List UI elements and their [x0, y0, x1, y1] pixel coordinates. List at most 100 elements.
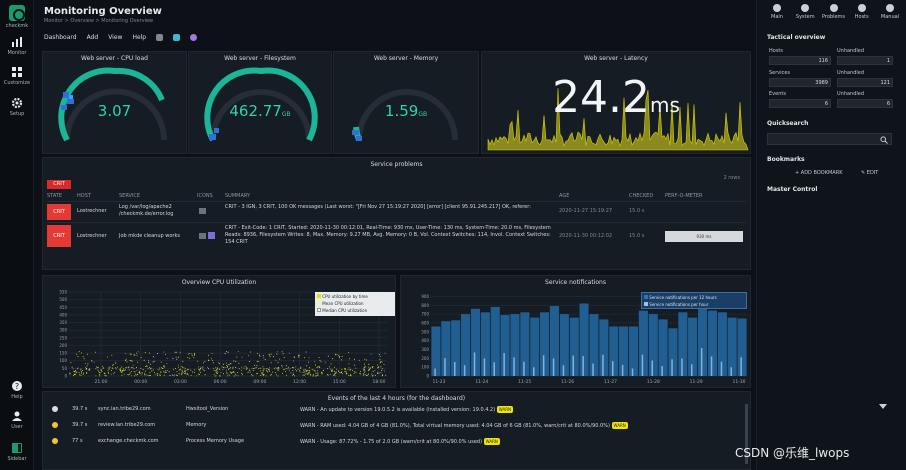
tactical-value[interactable]: 121: [837, 78, 893, 87]
scatter-point: [76, 353, 78, 355]
scatter-point: [78, 351, 80, 353]
col-summary[interactable]: SUMMARY: [225, 193, 250, 199]
scatter-point: [385, 374, 387, 376]
service-menu-icon[interactable]: [199, 208, 206, 214]
scatter-point: [129, 372, 131, 374]
tactical-value[interactable]: 116: [769, 56, 831, 65]
scatter-point: [193, 372, 195, 373]
service-menu-icon[interactable]: [199, 233, 206, 239]
quicksearch-input[interactable]: [767, 133, 892, 145]
row-service[interactable]: Job mkde cleanup works: [119, 233, 191, 240]
col-icons[interactable]: ICONS: [197, 193, 213, 199]
bookmarks-title: Bookmarks: [767, 156, 805, 163]
scatter-point: [270, 353, 272, 355]
legend-label: Median CPU utilization: [322, 308, 368, 313]
scatter-point: [254, 367, 256, 369]
menu-help[interactable]: Help: [132, 34, 146, 41]
sidebar-btn-manual[interactable]: Manual: [878, 4, 902, 20]
graph-icon[interactable]: [208, 232, 215, 239]
scatter-point: [235, 373, 237, 375]
y-tick-label: 200: [421, 356, 429, 361]
scatter-point: [138, 370, 140, 372]
col-service[interactable]: SERVICE: [119, 193, 140, 199]
event-host[interactable]: review.lan.tribe29.com: [98, 422, 155, 429]
nav-monitor[interactable]: Monitor: [0, 36, 34, 56]
scatter-point: [254, 364, 256, 366]
layout-icon[interactable]: [173, 33, 181, 41]
row-host[interactable]: Lostrechner: [77, 233, 107, 240]
add-bookmark-link[interactable]: + ADD BOOKMARK: [795, 170, 842, 176]
event-row[interactable]: 39.7 s review.lan.tribe29.com Memory WAR…: [46, 420, 746, 433]
tactical-value[interactable]: 1: [837, 56, 893, 65]
crit-filter-tag[interactable]: CRIT: [47, 180, 71, 189]
tactical-value[interactable]: 6: [837, 99, 893, 108]
scatter-point: [222, 369, 224, 371]
nav-customize[interactable]: Customize: [0, 66, 34, 86]
scatter-point: [185, 370, 187, 371]
col-state[interactable]: STATE: [47, 193, 62, 199]
scatter-point: [111, 354, 113, 356]
scatter-point: [123, 368, 125, 370]
nav-setup-label: Setup: [9, 111, 25, 117]
bookmark-icon[interactable]: [190, 33, 198, 41]
scatter-point: [181, 374, 183, 376]
col-age[interactable]: AGE: [559, 193, 569, 199]
sidebar-scroll-arrow-icon[interactable]: [879, 402, 887, 410]
watermark: CSDN @乐维_lwops: [735, 446, 850, 460]
sidebar-btn-hosts[interactable]: Hosts: [850, 4, 874, 20]
sidebar-btn-system[interactable]: System: [793, 4, 817, 20]
scatter-point: [248, 371, 250, 373]
scatter-point: [263, 370, 265, 372]
scatter-point: [275, 367, 277, 369]
event-host[interactable]: sync.lan.tribe29.com: [98, 406, 151, 413]
tactical-value[interactable]: 6: [769, 99, 831, 108]
scatter-point: [335, 371, 337, 373]
col-perf[interactable]: PERF-O-METER: [665, 193, 703, 199]
row-service[interactable]: Log /var/log/apache2 /checkmk.de/error.l…: [119, 204, 191, 218]
event-host[interactable]: exchange.checkmk.com: [98, 438, 159, 445]
scatter-point: [74, 374, 76, 375]
notif-bar: [490, 307, 500, 376]
nav-sidebar[interactable]: Sidebar: [0, 442, 34, 462]
scatter-point: [317, 374, 319, 376]
col-host[interactable]: HOST: [77, 193, 91, 199]
scatter-point: [283, 369, 285, 370]
filter-icon[interactable]: [156, 33, 164, 41]
x-tick-label: 21:00: [95, 379, 108, 385]
sidebar-btn-main[interactable]: Main: [765, 4, 789, 20]
scatter-point: [104, 374, 106, 376]
scatter-point: [121, 371, 123, 373]
nav-user[interactable]: User: [0, 410, 34, 430]
col-checked[interactable]: CHECKED: [629, 193, 653, 199]
scatter-point: [276, 353, 278, 355]
event-service[interactable]: Memory: [186, 422, 206, 429]
sidebar-top-buttons: Main System Problems Hosts Manual: [765, 4, 902, 20]
brand-logo[interactable]: checkmk: [0, 5, 34, 29]
scatter-point: [212, 360, 214, 362]
events-title: Events of the last 4 hours (for the dash…: [327, 395, 466, 402]
nav-help[interactable]: ? Help: [0, 380, 34, 400]
event-row[interactable]: 77 s exchange.checkmk.com Process Memory…: [46, 436, 746, 449]
notif-hourly-bar: [641, 354, 644, 376]
scatter-point: [285, 371, 287, 373]
tactical-value[interactable]: 3989: [769, 78, 831, 87]
scatter-point: [245, 368, 247, 370]
edit-bookmarks-link[interactable]: ✎ EDIT: [861, 170, 878, 176]
gauge-value-number: 1.59: [384, 102, 419, 120]
scatter-point: [208, 354, 209, 356]
event-row[interactable]: 39.7 s sync.lan.tribe29.com Hwsitool_Ver…: [46, 404, 746, 417]
nav-setup[interactable]: Setup: [0, 97, 34, 117]
sidebar-btn-problems[interactable]: Problems: [822, 4, 846, 20]
event-service[interactable]: Process Memory Usage: [186, 438, 244, 445]
menu-add[interactable]: Add: [87, 34, 99, 41]
event-service[interactable]: Hwsitool_Version: [186, 406, 228, 413]
notif-bar: [599, 319, 609, 376]
scatter-point: [344, 371, 346, 373]
scatter-point: [69, 372, 71, 374]
menu-view[interactable]: View: [108, 34, 122, 41]
menu-dashboard[interactable]: Dashboard: [44, 34, 77, 41]
notif-bar: [569, 317, 579, 376]
scatter-point: [74, 370, 76, 372]
row-host[interactable]: Lostrechner: [77, 208, 107, 215]
nav-help-label: Help: [11, 394, 23, 400]
